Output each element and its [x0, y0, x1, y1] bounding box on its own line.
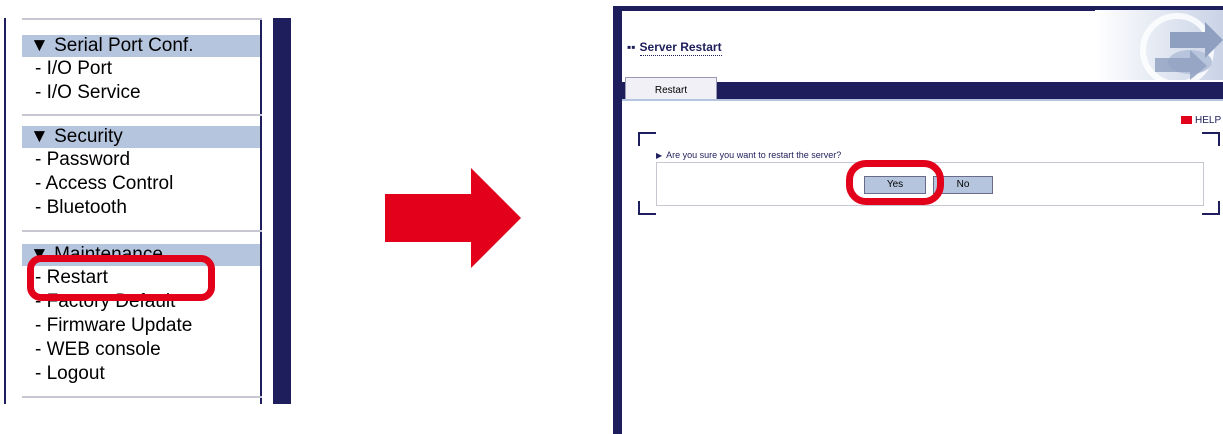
- restart-highlight-ring: [27, 255, 215, 301]
- frame-corner: [638, 201, 656, 215]
- grid-icon: ▪▪: [627, 40, 636, 54]
- menu-divider: [22, 114, 262, 116]
- menu-divider: [22, 230, 262, 232]
- menu-section-serial-port: ▼ Serial Port Conf. - I/O Port - I/O Ser…: [22, 35, 260, 105]
- help-label: HELP: [1195, 115, 1222, 126]
- help-icon: [1181, 116, 1192, 124]
- menu-header-security[interactable]: ▼ Security: [22, 126, 260, 148]
- yes-highlight-ring: [846, 160, 944, 205]
- menu-header-serial-port[interactable]: ▼ Serial Port Conf.: [22, 35, 260, 57]
- menu-section-security: ▼ Security - Password - Access Control -…: [22, 126, 260, 220]
- frame-corner: [1202, 132, 1220, 146]
- window-left-border: [613, 6, 622, 434]
- frame-corner: [1202, 201, 1220, 215]
- help-link[interactable]: HELP: [1181, 115, 1221, 126]
- menu-divider: [22, 396, 262, 398]
- menu-divider: [22, 18, 262, 20]
- menu-item-io-port[interactable]: - I/O Port: [22, 57, 260, 81]
- menu-item-password[interactable]: - Password: [22, 148, 260, 172]
- brand-logo-graphic: [1095, 10, 1223, 80]
- menu-item-bluetooth[interactable]: - Bluetooth: [22, 196, 260, 220]
- page-title-text: Server Restart: [639, 40, 722, 56]
- menu-item-logout[interactable]: - Logout: [22, 362, 260, 386]
- menu-item-web-console[interactable]: - WEB console: [22, 338, 260, 362]
- bullet-triangle-icon: ▶: [656, 151, 663, 160]
- confirm-question: ▶ Are you sure you want to restart the se…: [656, 150, 841, 160]
- frame-corner: [638, 132, 656, 146]
- tab-restart[interactable]: Restart: [625, 77, 717, 100]
- menu-right-bar: [273, 18, 291, 404]
- confirm-question-text: Are you sure you want to restart the ser…: [666, 150, 842, 160]
- menu-item-access-control[interactable]: - Access Control: [22, 172, 260, 196]
- menu-left-border: [4, 18, 6, 404]
- right-arrow-icon: [385, 168, 521, 268]
- page-title: ▪▪ Server Restart: [627, 38, 722, 56]
- tab-underline: [622, 99, 1223, 101]
- menu-right-border: [260, 18, 262, 404]
- menu-item-io-service[interactable]: - I/O Service: [22, 81, 260, 105]
- menu-item-firmware-update[interactable]: - Firmware Update: [22, 314, 260, 338]
